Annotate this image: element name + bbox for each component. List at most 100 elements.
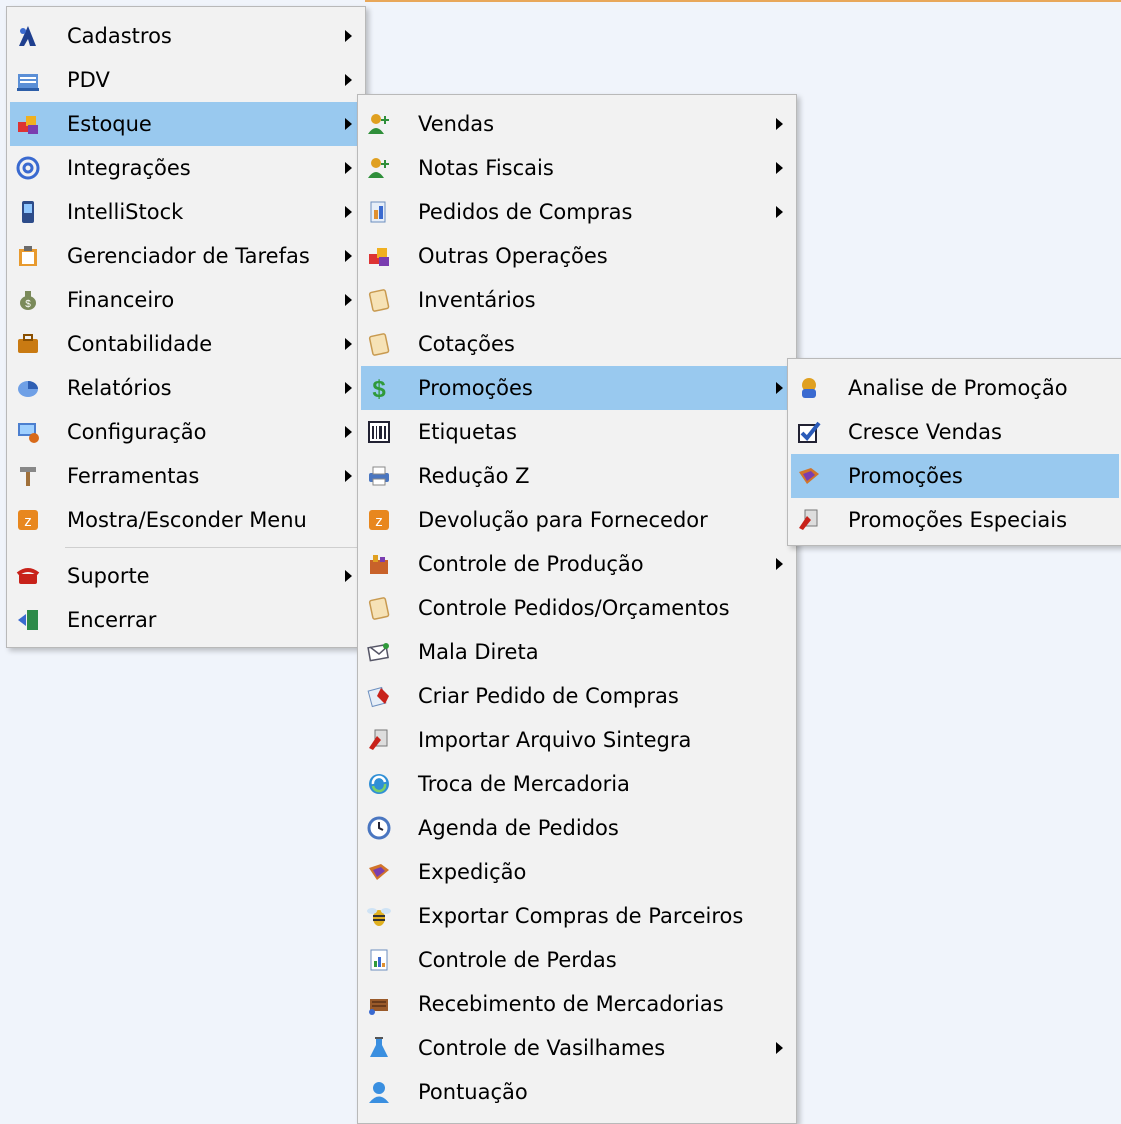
exit-door-icon <box>16 608 40 632</box>
estoque-item-vendas[interactable]: Vendas <box>361 102 793 146</box>
menu-item-label: Importar Arquivo Sintegra <box>418 728 692 752</box>
exchange-icon <box>367 772 391 796</box>
note-pad-icon <box>367 596 391 620</box>
estoque-item-controle-pedidos-orcamentos[interactable]: Controle Pedidos/Orçamentos <box>361 586 793 630</box>
mail-icon <box>367 640 391 664</box>
menu-item-label: Controle Pedidos/Orçamentos <box>418 596 730 620</box>
estoque-item-reducao-z[interactable]: Redução Z <box>361 454 793 498</box>
submenu-arrow-icon <box>776 162 783 174</box>
estoque-item-notas-fiscais[interactable]: Notas Fiscais <box>361 146 793 190</box>
person-add-icon <box>367 156 391 180</box>
menu-item-label: Devolução para Fornecedor <box>418 508 708 532</box>
menu-item-label: Ferramentas <box>67 464 200 488</box>
estoque-item-controle-de-vasilhames[interactable]: Controle de Vasilhames <box>361 1026 793 1070</box>
report-chart-icon <box>367 948 391 972</box>
submenu-arrow-icon <box>345 162 352 174</box>
submenu-arrow-icon <box>345 426 352 438</box>
main-menu-item-ferramentas[interactable]: Ferramentas <box>10 454 362 498</box>
window-top-border <box>365 0 1121 12</box>
submenu-arrow-icon <box>345 118 352 130</box>
menu-item-label: PDV <box>67 68 110 92</box>
estoque-item-mala-direta[interactable]: Mala Direta <box>361 630 793 674</box>
person-add-icon <box>367 112 391 136</box>
stock-boxes-icon <box>16 112 40 136</box>
estoque-item-criar-pedido-de-compras[interactable]: Criar Pedido de Compras <box>361 674 793 718</box>
estoque-item-pedidos-de-compras[interactable]: Pedidos de Compras <box>361 190 793 234</box>
menu-item-label: Promoções Especiais <box>848 508 1068 532</box>
main-menu-item-cadastros[interactable]: Cadastros <box>10 14 362 58</box>
main-menu-item-contabilidade[interactable]: Contabilidade <box>10 322 362 366</box>
user-search-icon <box>16 24 40 48</box>
estoque-item-cotacoes[interactable]: Cotações <box>361 322 793 366</box>
estoque-item-pontuacao[interactable]: Pontuação <box>361 1070 793 1114</box>
main-menu-item-gerenciador-de-tarefas[interactable]: Gerenciador de Tarefas <box>10 234 362 278</box>
submenu-arrow-icon <box>345 250 352 262</box>
menu-item-label: Encerrar <box>67 608 157 632</box>
estoque-item-devolucao-para-fornecedor[interactable]: z Devolução para Fornecedor <box>361 498 793 542</box>
menu-item-label: Gerenciador de Tarefas <box>67 244 310 268</box>
main-menu-item-configuracao[interactable]: Configuração <box>10 410 362 454</box>
menu-item-label: Mostra/Esconder Menu <box>67 508 307 532</box>
main-menu-item-encerrar[interactable]: Encerrar <box>10 598 362 642</box>
handheld-device-icon <box>16 200 40 224</box>
hammer-icon <box>16 464 40 488</box>
submenu-arrow-icon <box>345 382 352 394</box>
promocoes-item-analise-de-promocao[interactable]: Analise de Promoção <box>791 366 1119 410</box>
promotion-tag-icon <box>797 464 821 488</box>
menu-item-label: Vendas <box>418 112 495 136</box>
main-menu-item-relatorios[interactable]: Relatórios <box>10 366 362 410</box>
create-order-icon <box>367 684 391 708</box>
estoque-item-outras-operacoes[interactable]: Outras Operações <box>361 234 793 278</box>
menu-item-label: Estoque <box>67 112 152 136</box>
promocoes-item-promocoes-especiais[interactable]: Promoções Especiais <box>791 498 1119 542</box>
menu-item-label: Recebimento de Mercadorias <box>418 992 724 1016</box>
submenu-arrow-icon <box>345 570 352 582</box>
clock-icon <box>367 816 391 840</box>
estoque-item-etiquetas[interactable]: Etiquetas <box>361 410 793 454</box>
note-pad-icon <box>367 288 391 312</box>
main-menu-item-suporte[interactable]: Suporte <box>10 554 362 598</box>
submenu-arrow-icon <box>776 382 783 394</box>
main-menu-item-mostra-esconder-menu[interactable]: z Mostra/Esconder Menu <box>10 498 362 542</box>
menu-item-label: Pedidos de Compras <box>418 200 633 224</box>
menu-item-label: Troca de Mercadoria <box>418 772 630 796</box>
promocoes-submenu: Analise de Promoção Cresce Vendas Promoçõe… <box>787 358 1121 546</box>
estoque-item-promocoes[interactable]: $ Promoções <box>361 366 793 410</box>
estoque-item-importar-arquivo-sintegra[interactable]: Importar Arquivo Sintegra <box>361 718 793 762</box>
main-menu-item-integracoes[interactable]: Integrações <box>10 146 362 190</box>
dollar-sign-icon: $ <box>367 376 391 400</box>
main-menu-item-estoque[interactable]: Estoque <box>10 102 362 146</box>
user-icon <box>367 1080 391 1104</box>
menu-item-label: Etiquetas <box>418 420 517 444</box>
estoque-item-controle-de-perdas[interactable]: Controle de Perdas <box>361 938 793 982</box>
main-menu-item-pdv[interactable]: PDV <box>10 58 362 102</box>
promocoes-item-cresce-vendas[interactable]: Cresce Vendas <box>791 410 1119 454</box>
menu-item-label: Exportar Compras de Parceiros <box>418 904 744 928</box>
main-menu-item-financeiro[interactable]: $ Financeiro <box>10 278 362 322</box>
estoque-item-exportar-compras-de-parceiros[interactable]: Exportar Compras de Parceiros <box>361 894 793 938</box>
submenu-arrow-icon <box>776 118 783 130</box>
submenu-arrow-icon <box>345 30 352 42</box>
printer-icon <box>367 464 391 488</box>
bee-icon <box>367 904 391 928</box>
menu-separator <box>65 547 359 548</box>
svg-text:z: z <box>375 513 383 530</box>
production-icon <box>367 552 391 576</box>
menu-item-label: Agenda de Pedidos <box>418 816 619 840</box>
menu-item-label: Outras Operações <box>418 244 608 268</box>
submenu-arrow-icon <box>345 206 352 218</box>
estoque-item-expedicao[interactable]: Expedição <box>361 850 793 894</box>
estoque-item-inventarios[interactable]: Inventários <box>361 278 793 322</box>
estoque-item-controle-de-producao[interactable]: Controle de Produção <box>361 542 793 586</box>
estoque-item-troca-de-mercadoria[interactable]: Troca de Mercadoria <box>361 762 793 806</box>
telephone-icon <box>16 564 40 588</box>
svg-text:$: $ <box>372 376 386 400</box>
menu-item-label: Promoções <box>418 376 533 400</box>
estoque-item-agenda-de-pedidos[interactable]: Agenda de Pedidos <box>361 806 793 850</box>
analysis-icon <box>797 376 821 400</box>
submenu-arrow-icon <box>776 558 783 570</box>
estoque-item-recebimento-de-mercadorias[interactable]: Recebimento de Mercadorias <box>361 982 793 1026</box>
menu-item-label: Financeiro <box>67 288 175 312</box>
main-menu-item-intellistock[interactable]: IntelliStock <box>10 190 362 234</box>
promocoes-item-promocoes[interactable]: Promoções <box>791 454 1119 498</box>
